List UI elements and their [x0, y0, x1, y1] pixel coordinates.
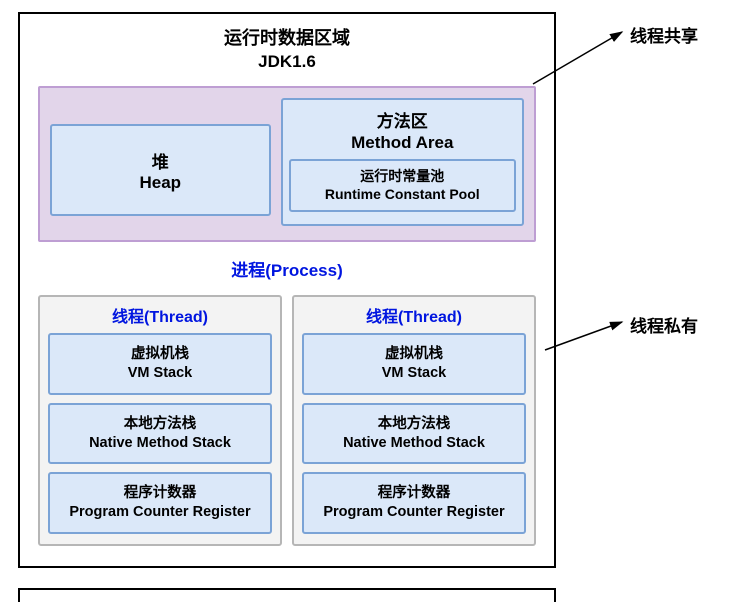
heap-label-cn: 堆	[52, 148, 269, 173]
process-label: 进程(Process)	[20, 256, 554, 281]
shared-area: 堆 Heap 方法区 Method Area 运行时常量池 Runtime Co…	[38, 86, 536, 242]
method-area-label-en: Method Area	[289, 133, 516, 153]
method-area-box: 方法区 Method Area 运行时常量池 Runtime Constant …	[281, 98, 524, 226]
thread-title: 线程(Thread)	[302, 303, 526, 327]
thread-title: 线程(Thread)	[48, 303, 272, 327]
pc-register-en: Program Counter Register	[52, 503, 268, 522]
title-main: 运行时数据区域	[20, 24, 554, 50]
vm-stack-cn: 虚拟机栈	[306, 345, 522, 364]
vm-stack-en: VM Stack	[306, 364, 522, 383]
bottom-partial-box	[18, 588, 556, 602]
thread-box-2: 线程(Thread) 虚拟机栈 VM Stack 本地方法栈 Native Me…	[292, 295, 536, 546]
runtime-constant-pool-box: 运行时常量池 Runtime Constant Pool	[289, 159, 516, 211]
pc-register-box: 程序计数器 Program Counter Register	[302, 472, 526, 534]
vm-stack-cn: 虚拟机栈	[52, 345, 268, 364]
annotation-thread-private: 线程私有	[630, 312, 698, 337]
pc-register-cn: 程序计数器	[52, 484, 268, 503]
threads-row: 线程(Thread) 虚拟机栈 VM Stack 本地方法栈 Native Me…	[38, 295, 536, 546]
constant-pool-label-en: Runtime Constant Pool	[293, 185, 512, 203]
native-stack-en: Native Method Stack	[306, 434, 522, 453]
pc-register-en: Program Counter Register	[306, 503, 522, 522]
diagram-title: 运行时数据区域 JDK1.6	[20, 14, 554, 72]
native-stack-cn: 本地方法栈	[306, 415, 522, 434]
runtime-data-areas-container: 运行时数据区域 JDK1.6 堆 Heap 方法区 Method Area 运行…	[18, 12, 556, 568]
native-stack-cn: 本地方法栈	[52, 415, 268, 434]
heap-box: 堆 Heap	[50, 124, 271, 216]
title-sub: JDK1.6	[20, 52, 554, 72]
pc-register-box: 程序计数器 Program Counter Register	[48, 472, 272, 534]
native-stack-box: 本地方法栈 Native Method Stack	[302, 403, 526, 465]
vm-stack-box: 虚拟机栈 VM Stack	[302, 333, 526, 395]
thread-box-1: 线程(Thread) 虚拟机栈 VM Stack 本地方法栈 Native Me…	[38, 295, 282, 546]
annotation-thread-shared: 线程共享	[630, 22, 698, 47]
method-area-label-cn: 方法区	[289, 112, 516, 132]
vm-stack-en: VM Stack	[52, 364, 268, 383]
pc-register-cn: 程序计数器	[306, 484, 522, 503]
native-stack-box: 本地方法栈 Native Method Stack	[48, 403, 272, 465]
vm-stack-box: 虚拟机栈 VM Stack	[48, 333, 272, 395]
constant-pool-label-cn: 运行时常量池	[293, 167, 512, 185]
heap-label-en: Heap	[52, 173, 269, 193]
native-stack-en: Native Method Stack	[52, 434, 268, 453]
